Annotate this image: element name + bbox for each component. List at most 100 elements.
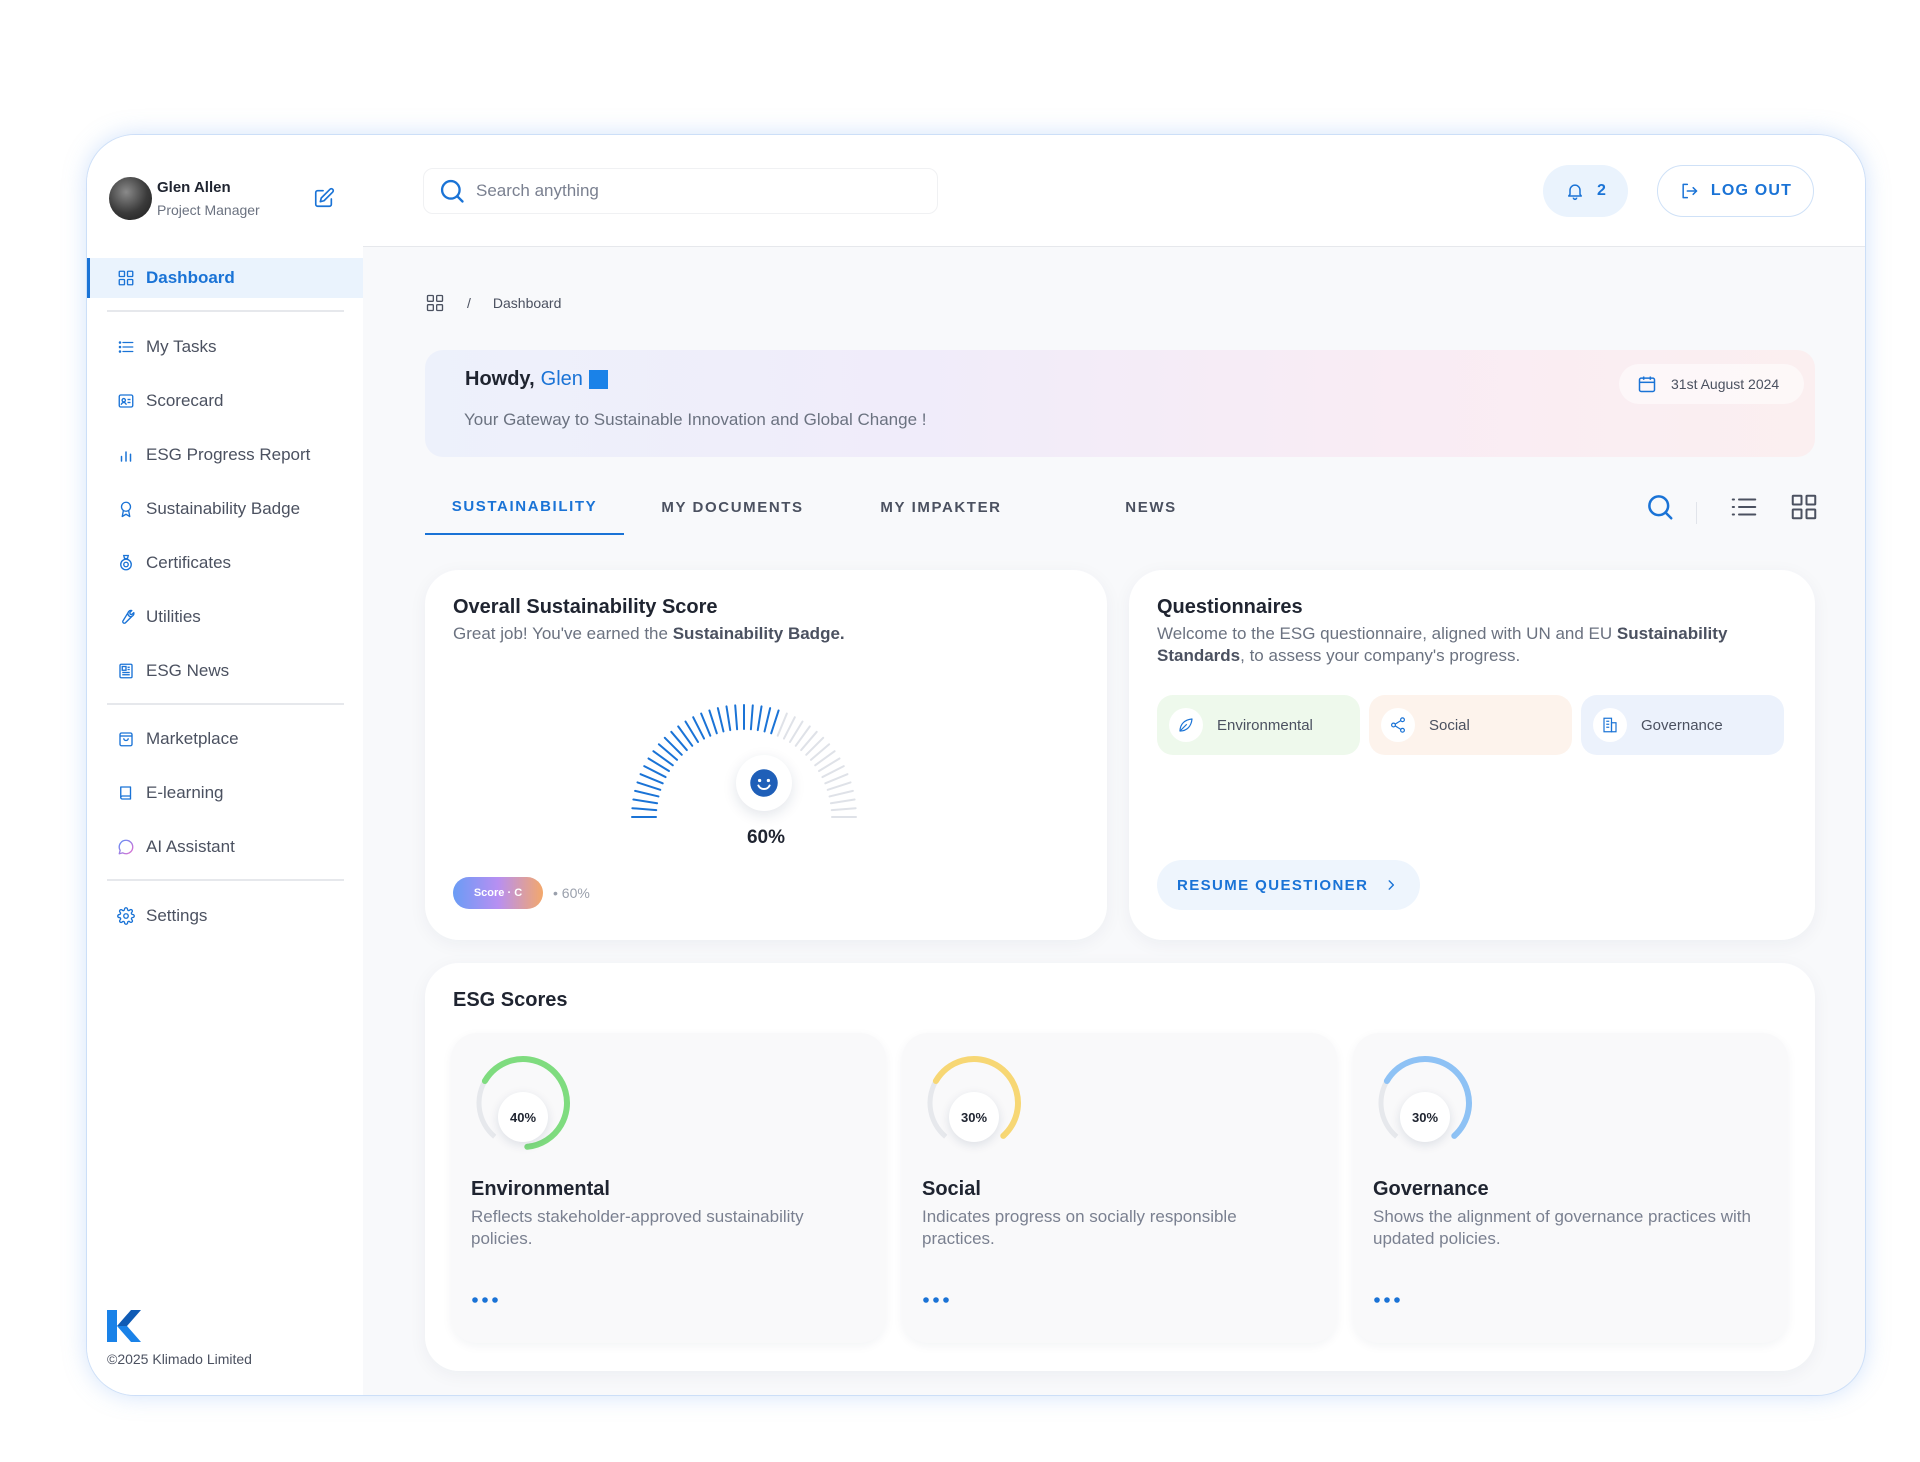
list-view-icon[interactable] <box>1729 492 1759 522</box>
sidebar-item-certificates[interactable]: Certificates <box>87 543 363 583</box>
questionnaire-governance[interactable]: Governance <box>1581 695 1784 755</box>
esg-card-environmental[interactable]: 40% Environmental Reflects stakeholder-a… <box>451 1033 886 1343</box>
resume-label: RESUME QUESTIONER <box>1177 876 1369 894</box>
score-gauge <box>631 704 857 818</box>
welcome-subtitle: Your Gateway to Sustainable Innovation a… <box>464 410 927 429</box>
tab-news[interactable]: NEWS <box>1041 480 1261 535</box>
more-icon[interactable] <box>1373 1293 1403 1307</box>
gauge-tick <box>749 704 754 731</box>
esg-title: Governance <box>1373 1178 1489 1200</box>
esg-title: Environmental <box>471 1178 610 1200</box>
chat-bubble-icon <box>118 839 134 855</box>
copyright-text: ©2025 Klimado Limited <box>107 1351 252 1367</box>
questionnaire-environmental[interactable]: Environmental <box>1157 695 1360 755</box>
gauge-tick <box>631 807 658 812</box>
search-input[interactable] <box>476 181 916 201</box>
sidebar-item-label: Scorecard <box>146 391 224 410</box>
tab-sustainability[interactable]: SUSTAINABILITY <box>425 480 624 535</box>
sidebar-item-esg-news[interactable]: ESG News <box>87 651 363 691</box>
search-box[interactable] <box>423 168 938 214</box>
grid-icon <box>118 270 134 286</box>
tab-my-documents[interactable]: MY DOCUMENTS <box>624 480 841 535</box>
welcome-banner: Howdy, Glen Your Gateway to Sustainable … <box>425 350 1815 457</box>
nav-divider <box>107 879 344 881</box>
gauge-tick <box>632 798 659 805</box>
search-icon[interactable] <box>1645 492 1675 522</box>
chip-label: Governance <box>1641 716 1723 734</box>
sidebar-item-e-learning[interactable]: E-learning <box>87 773 363 813</box>
esg-description: Indicates progress on socially responsib… <box>922 1207 1237 1248</box>
card-subtitle: Welcome to the ESG questionnaire, aligne… <box>1157 624 1728 665</box>
bell-icon <box>1568 184 1583 201</box>
more-icon[interactable] <box>471 1293 501 1307</box>
ring-value: 40% <box>498 1092 548 1142</box>
sidebar-item-label: ESG News <box>146 661 230 680</box>
notifications-button[interactable]: 2 <box>1543 165 1628 217</box>
sidebar-item-label: Settings <box>146 906 208 925</box>
nav-divider <box>107 703 344 705</box>
gauge-tick <box>826 781 852 791</box>
sidebar-item-sustainability-badge[interactable]: Sustainability Badge <box>87 489 363 529</box>
sidebar-item-scorecard[interactable]: Scorecard <box>87 381 363 421</box>
user-profile[interactable]: Glen Allen Project Manager <box>109 177 260 220</box>
gauge-tick <box>829 798 856 805</box>
smiley-icon <box>736 755 792 811</box>
sidebar-item-utilities[interactable]: Utilities <box>87 597 363 637</box>
grid-icon[interactable] <box>425 293 445 313</box>
esg-title: Social <box>922 1178 981 1200</box>
newspaper-icon <box>119 663 133 679</box>
edit-icon[interactable] <box>313 187 335 209</box>
sidebar-item-label: Utilities <box>146 607 201 626</box>
gauge-tick <box>763 707 772 733</box>
greeting: Howdy, Glen <box>465 368 608 391</box>
sidebar-item-label: Dashboard <box>146 268 235 287</box>
sidebar-item-dashboard[interactable]: Dashboard <box>87 258 363 298</box>
sidebar-item-marketplace[interactable]: Marketplace <box>87 719 363 759</box>
esg-description: Reflects stakeholder-approved sustainabi… <box>471 1207 804 1248</box>
nav-divider <box>107 310 344 312</box>
app-window: Glen Allen Project Manager Dashboard My … <box>87 135 1865 1395</box>
gauge-tick <box>830 807 857 812</box>
questionnaire-social[interactable]: Social <box>1369 695 1572 755</box>
sidebar-item-label: ESG Progress Report <box>146 445 311 464</box>
breadcrumb-separator: / <box>467 295 471 311</box>
esg-card-social[interactable]: 30% Social Indicates progress on sociall… <box>902 1033 1337 1343</box>
search-icon <box>440 179 464 203</box>
tab-my-impakter[interactable]: MY IMPAKTER <box>841 480 1041 535</box>
sidebar-item-label: My Tasks <box>146 337 217 356</box>
sidebar-item-ai-assistant[interactable]: AI Assistant <box>87 827 363 867</box>
card-title: Overall Sustainability Score <box>453 596 718 618</box>
gauge-tick <box>725 705 732 732</box>
resume-questioner-button[interactable]: RESUME QUESTIONER <box>1157 860 1420 910</box>
breadcrumb: / Dashboard <box>425 293 561 313</box>
share-icon <box>1381 708 1415 742</box>
gear-icon <box>117 907 135 925</box>
score-value: 60% <box>746 827 786 848</box>
card-title: ESG Scores <box>453 989 568 1011</box>
leaf-icon <box>1169 708 1203 742</box>
gauge-tick <box>639 773 664 785</box>
grid-view-icon[interactable] <box>1789 492 1819 522</box>
logout-button[interactable]: LOG OUT <box>1657 165 1814 217</box>
wrench-icon <box>122 609 135 624</box>
gauge-tick <box>770 709 780 735</box>
sidebar-item-settings[interactable]: Settings <box>87 896 363 936</box>
calendar-icon <box>1638 376 1656 393</box>
overall-score-card: Overall Sustainability Score Great job! … <box>425 570 1107 940</box>
user-name: Glen Allen <box>157 179 231 196</box>
esg-card-governance[interactable]: 30% Governance Shows the alignment of go… <box>1353 1033 1788 1343</box>
sidebar-item-esg-progress-report[interactable]: ESG Progress Report <box>87 435 363 475</box>
sidebar-item-my-tasks[interactable]: My Tasks <box>87 327 363 367</box>
avatar <box>109 177 152 220</box>
chevron-right-icon <box>1388 880 1395 890</box>
certificate-icon <box>120 554 132 571</box>
id-card-icon <box>118 394 134 408</box>
esg-description: Shows the alignment of governance practi… <box>1373 1207 1751 1248</box>
tab-bar: SUSTAINABILITY MY DOCUMENTS MY IMPAKTER … <box>425 480 1825 535</box>
date-text: 31st August 2024 <box>1671 376 1780 392</box>
esg-scores-card: ESG Scores 40% Environmental Reflects st… <box>425 963 1815 1371</box>
flag-icon <box>588 370 608 389</box>
more-icon[interactable] <box>922 1293 952 1307</box>
sidebar: Glen Allen Project Manager Dashboard My … <box>87 135 363 1395</box>
ring-value: 30% <box>1400 1092 1450 1142</box>
